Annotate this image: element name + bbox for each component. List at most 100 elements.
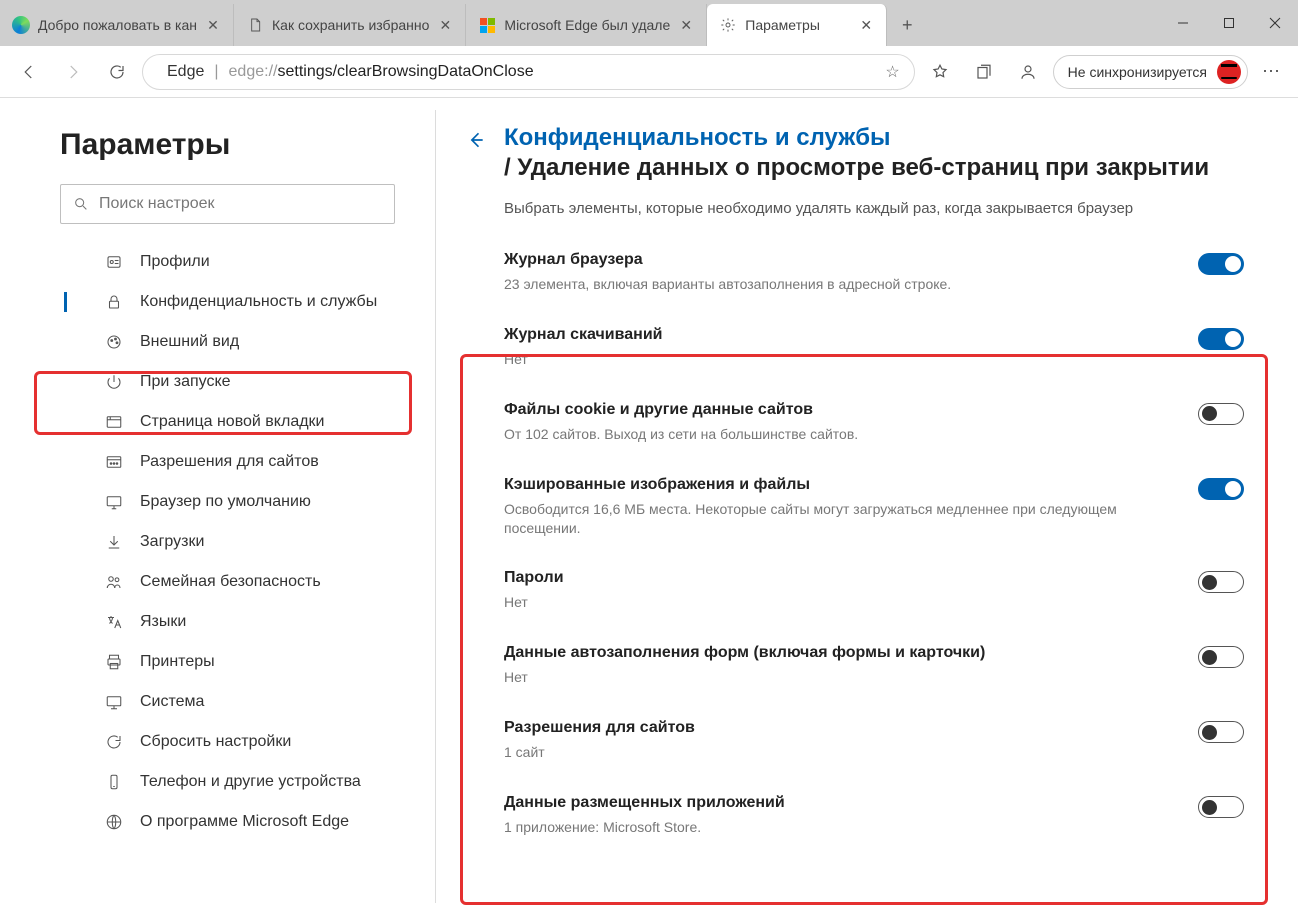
setting-description: Освободится 16,6 МБ места. Некоторые сай… [504, 500, 1178, 538]
close-icon[interactable]: ✕ [205, 17, 221, 33]
setting-title: Кэшированные изображения и файлы [504, 476, 1178, 494]
close-window-button[interactable] [1252, 0, 1298, 46]
lang-icon [104, 612, 124, 632]
url-text: edge://settings/clearBrowsingDataOnClose [229, 63, 534, 81]
setting-row: Данные размещенных приложений1 приложени… [504, 780, 1248, 855]
favorite-icon[interactable]: ☆ [885, 62, 899, 82]
gear-icon [719, 16, 737, 34]
tab-save-favorites[interactable]: Как сохранить избранно ✕ [234, 4, 466, 46]
sidebar-item-appearance[interactable]: Внешний вид [60, 322, 420, 362]
sidebar-item-label: Семейная безопасность [140, 573, 321, 591]
address-bar[interactable]: Edge | edge://settings/clearBrowsingData… [142, 54, 915, 90]
sync-status[interactable]: Не синхронизируется [1053, 55, 1248, 89]
sidebar-item-label: Браузер по умолчанию [140, 493, 311, 511]
settings-list: Журнал браузера23 элемента, включая вари… [504, 237, 1248, 855]
close-icon[interactable]: ✕ [678, 17, 694, 33]
sidebar-item-power[interactable]: При запуске [60, 362, 420, 402]
setting-title: Файлы cookie и другие данные сайтов [504, 401, 1178, 419]
window-controls [1160, 0, 1298, 46]
setting-description: 23 элемента, включая варианты автозаполн… [504, 275, 1178, 294]
setting-row: Журнал браузера23 элемента, включая вари… [504, 237, 1248, 312]
profile-icon [104, 252, 124, 272]
close-icon[interactable]: ✕ [858, 17, 874, 33]
setting-row: Журнал скачиванийНет [504, 312, 1248, 387]
sidebar-item-newtab[interactable]: Страница новой вкладки [60, 402, 420, 442]
tab-settings[interactable]: Параметры ✕ [707, 4, 887, 46]
content: Параметры Поиск настроек ПрофилиКонфиден… [0, 98, 1298, 915]
collections-button[interactable] [965, 53, 1003, 91]
sidebar-item-printer[interactable]: Принтеры [60, 642, 420, 682]
toggle[interactable] [1198, 646, 1244, 668]
setting-row: Файлы cookie и другие данные сайтов От 10… [504, 387, 1248, 462]
setting-row: Разрешения для сайтов1 сайт [504, 705, 1248, 780]
more-button[interactable]: ⋯ [1254, 61, 1288, 82]
setting-description: 1 сайт [504, 743, 1178, 762]
sidebar-item-family[interactable]: Семейная безопасность [60, 562, 420, 602]
sidebar-item-reset[interactable]: Сбросить настройки [60, 722, 420, 762]
sidebar-item-download[interactable]: Загрузки [60, 522, 420, 562]
tabs: Добро пожаловать в кан ✕ Как сохранить и… [0, 0, 1160, 46]
close-icon[interactable]: ✕ [437, 17, 453, 33]
sidebar-item-system[interactable]: Система [60, 682, 420, 722]
toggle[interactable] [1198, 478, 1244, 500]
toggle[interactable] [1198, 796, 1244, 818]
maximize-button[interactable] [1206, 0, 1252, 46]
sidebar: Параметры Поиск настроек ПрофилиКонфиден… [0, 98, 435, 915]
system-icon [104, 692, 124, 712]
microsoft-icon [478, 16, 496, 34]
sidebar-item-default[interactable]: Браузер по умолчанию [60, 482, 420, 522]
sidebar-item-profile[interactable]: Профили [60, 242, 420, 282]
sidebar-item-label: Конфиденциальность и службы [140, 293, 377, 311]
setting-description: 1 приложение: Microsoft Store. [504, 818, 1178, 837]
printer-icon [104, 652, 124, 672]
minimize-button[interactable] [1160, 0, 1206, 46]
about-icon [104, 812, 124, 832]
tab-welcome[interactable]: Добро пожаловать в кан ✕ [0, 4, 234, 46]
tab-label: Как сохранить избранно [272, 17, 429, 33]
main-panel: Конфиденциальность и службы / Удаление д… [436, 98, 1298, 915]
default-icon [104, 492, 124, 512]
sidebar-item-lang[interactable]: Языки [60, 602, 420, 642]
lock-icon [104, 292, 124, 312]
back-button[interactable] [10, 53, 48, 91]
power-icon [104, 372, 124, 392]
download-icon [104, 532, 124, 552]
sidebar-item-permissions[interactable]: Разрешения для сайтов [60, 442, 420, 482]
sidebar-item-lock[interactable]: Конфиденциальность и службы [60, 282, 420, 322]
toggle[interactable] [1198, 253, 1244, 275]
sync-label: Не синхронизируется [1068, 64, 1207, 80]
avatar [1217, 60, 1241, 84]
tab-label: Добро пожаловать в кан [38, 17, 197, 33]
toggle[interactable] [1198, 721, 1244, 743]
setting-description: Нет [504, 593, 1178, 612]
sidebar-item-about[interactable]: О программе Microsoft Edge [60, 802, 420, 842]
reset-icon [104, 732, 124, 752]
edge-icon [12, 16, 30, 34]
profile-button[interactable] [1009, 53, 1047, 91]
breadcrumb-back-button[interactable] [466, 130, 486, 155]
setting-description: Нет [504, 350, 1178, 369]
breadcrumb-parent[interactable]: Конфиденциальность и службы [504, 124, 1209, 152]
sidebar-item-label: Профили [140, 253, 210, 271]
setting-description: От 102 сайтов. Выход из сети на большинс… [504, 425, 1178, 444]
page-identity: Edge [167, 63, 204, 81]
search-input[interactable]: Поиск настроек [60, 184, 395, 224]
permissions-icon [104, 452, 124, 472]
toggle[interactable] [1198, 328, 1244, 350]
toggle[interactable] [1198, 571, 1244, 593]
forward-button[interactable] [54, 53, 92, 91]
titlebar: Добро пожаловать в кан ✕ Как сохранить и… [0, 0, 1298, 46]
refresh-button[interactable] [98, 53, 136, 91]
sidebar-item-phone[interactable]: Телефон и другие устройства [60, 762, 420, 802]
sidebar-item-label: Языки [140, 613, 186, 631]
new-tab-button[interactable]: + [887, 4, 927, 46]
toolbar: Edge | edge://settings/clearBrowsingData… [0, 46, 1298, 98]
tab-label: Параметры [745, 17, 820, 33]
favorites-button[interactable] [921, 53, 959, 91]
search-icon [73, 196, 89, 212]
active-marker [64, 292, 67, 312]
setting-description: Нет [504, 668, 1178, 687]
sidebar-item-label: О программе Microsoft Edge [140, 813, 349, 831]
toggle[interactable] [1198, 403, 1244, 425]
tab-edge-removed[interactable]: Microsoft Edge был удале ✕ [466, 4, 707, 46]
